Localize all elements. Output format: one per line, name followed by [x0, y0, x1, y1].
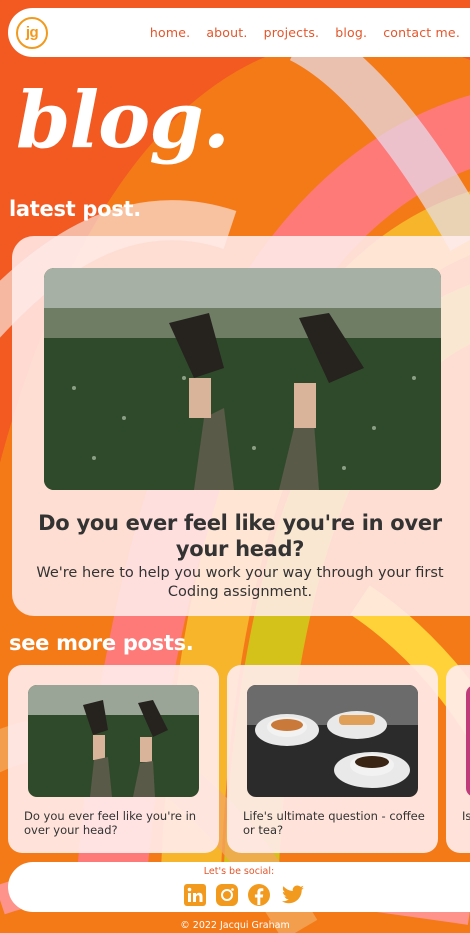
social-bar: Let's be social: [8, 862, 470, 912]
nav-link-blog[interactable]: blog. [335, 25, 367, 40]
logo[interactable]: jg [16, 16, 48, 49]
nav-links: home. about. projects. blog. contact me. [134, 25, 460, 40]
post-card-image [247, 685, 418, 797]
post-card-title: Is [462, 809, 470, 823]
nav-link-home[interactable]: home. [150, 25, 190, 40]
post-card[interactable]: Life's ultimate question - coffee or tea… [227, 665, 438, 853]
post-card[interactable]: Do you ever feel like you're in over you… [8, 665, 219, 853]
copyright: © 2022 Jacqui Graham [180, 920, 290, 931]
social-label: Let's be social: [203, 866, 275, 877]
post-card-image [28, 685, 199, 797]
social-icons [183, 883, 311, 907]
post-card-image [466, 685, 470, 797]
post-card-title: Do you ever feel like you're in over you… [24, 809, 197, 837]
featured-post-title[interactable]: Do you ever feel like you're in over you… [30, 510, 450, 562]
post-card-title: Life's ultimate question - coffee or tea… [243, 809, 425, 837]
post-card[interactable]: Is [446, 665, 470, 853]
featured-post-image[interactable] [44, 268, 441, 490]
page-title: blog. [16, 75, 230, 166]
linkedin-icon[interactable] [183, 883, 207, 907]
nav-link-contact[interactable]: contact me. [383, 25, 460, 40]
instagram-icon[interactable] [215, 883, 239, 907]
more-posts-heading: see more posts. [9, 631, 194, 655]
nav-link-about[interactable]: about. [206, 25, 247, 40]
logo-text: jg [25, 24, 39, 41]
featured-post-card[interactable]: Do you ever feel like you're in over you… [12, 236, 470, 616]
featured-post-subtitle: We're here to help you work your way thr… [36, 565, 444, 600]
twitter-icon[interactable] [279, 883, 304, 907]
facebook-icon[interactable] [247, 883, 271, 907]
latest-post-heading: latest post. [9, 197, 141, 221]
nav-link-projects[interactable]: projects. [264, 25, 320, 40]
top-navigation: jg home. about. projects. blog. contact … [8, 8, 470, 57]
